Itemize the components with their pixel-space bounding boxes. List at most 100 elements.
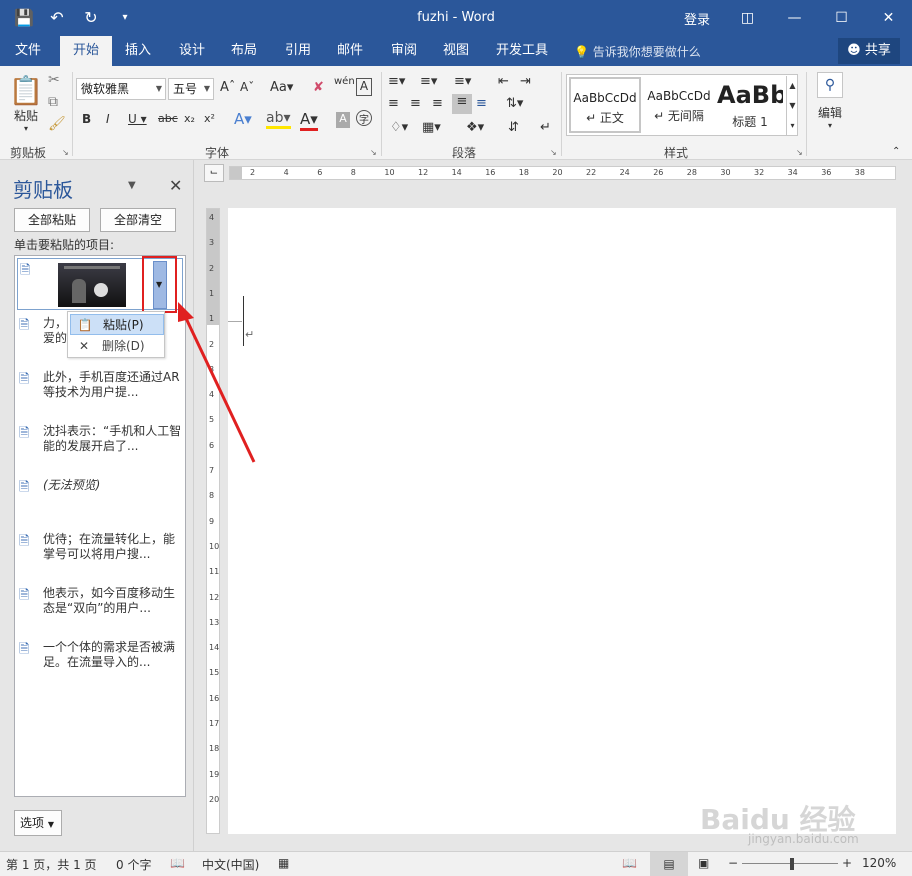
maximize-icon[interactable]: ☐ — [818, 0, 865, 36]
minimize-icon[interactable]: — — [771, 0, 818, 36]
decrease-indent-icon[interactable]: ⇤ — [498, 74, 509, 89]
phonetic-guide-icon[interactable]: wén — [334, 76, 355, 87]
horizontal-ruler[interactable]: 2 4 6 8 10 12 14 16 18 20 22 24 26 28 30 32 34 36 38 — [229, 166, 896, 180]
pane-options-icon[interactable]: ▼ — [128, 180, 136, 191]
tab-references[interactable]: 引用 — [276, 36, 320, 66]
align-center-icon[interactable]: ≡ — [410, 96, 421, 111]
clipboard-launcher-icon[interactable]: ↘ — [62, 148, 69, 157]
ruler-tick-label: 4 — [283, 168, 289, 177]
paragraph-launcher-icon[interactable]: ↘ — [550, 148, 557, 157]
subscript-icon[interactable]: x₂ — [184, 112, 195, 125]
increase-indent-icon[interactable]: ⇥ — [520, 74, 531, 89]
underline-icon[interactable]: U ▾ — [128, 112, 147, 126]
tab-home[interactable]: 开始 — [60, 36, 112, 66]
align-right-icon[interactable]: ≡ — [432, 96, 443, 111]
style-normal[interactable]: AaBbCcDd ↵ 正文 — [569, 77, 641, 133]
superscript-icon[interactable]: x² — [204, 112, 215, 125]
zoom-level[interactable]: 120% — [862, 856, 896, 870]
line-spacing-icon[interactable]: ⇅▾ — [506, 96, 523, 111]
clear-formatting-icon[interactable]: ✘ — [313, 80, 324, 95]
zoom-out-icon[interactable]: − — [728, 856, 738, 870]
bullets-icon[interactable]: ≡▾ — [388, 74, 405, 89]
tab-design[interactable]: 设计 — [170, 36, 214, 66]
paste-button[interactable]: 📋 粘贴 ▾ — [8, 74, 44, 134]
styles-scroll-icon[interactable]: ▲ ▼ ▾ — [786, 76, 798, 136]
print-layout-icon[interactable]: ▤ — [650, 852, 688, 876]
multilevel-list-icon[interactable]: ≡▾ — [454, 74, 471, 89]
font-launcher-icon[interactable]: ↘ — [370, 148, 377, 157]
ruler-tick-label: 15 — [209, 668, 220, 678]
menu-item-paste[interactable]: 📋 粘贴(P) — [70, 314, 164, 335]
share-button[interactable]: ☻ 共享 — [838, 38, 900, 64]
tab-view[interactable]: 视图 — [434, 36, 478, 66]
paste-all-button[interactable]: 全部粘贴 — [14, 208, 90, 232]
shrink-font-icon[interactable]: Aˇ — [240, 80, 254, 94]
text-effects-icon[interactable]: A▾ — [234, 110, 252, 128]
ruler-tick-label: 8 — [209, 491, 215, 501]
enclose-character-icon[interactable]: 字 — [356, 110, 372, 126]
font-size-combo[interactable]: 五号 ▼ — [168, 78, 214, 100]
tab-mailings[interactable]: 邮件 — [328, 36, 372, 66]
vertical-ruler[interactable]: 4 3 2 1 1 2 3 4 5 6 7 8 9 10 11 12 13 14 15 16 17 18 19 20 — [206, 208, 220, 834]
styles-launcher-icon[interactable]: ↘ — [796, 148, 803, 157]
tab-file[interactable]: 文件 — [6, 36, 50, 66]
ruler-tick-label: 6 — [317, 168, 323, 177]
ruler-tick-label: 5 — [209, 415, 215, 425]
style-no-spacing[interactable]: AaBbCcDd ↵ 无间隔 — [643, 77, 715, 133]
shading-icon[interactable]: ♢▾ — [390, 120, 408, 135]
zoom-in-icon[interactable]: + — [842, 856, 852, 870]
margin-corner-mark — [228, 321, 242, 322]
align-left-icon[interactable]: ≡ — [388, 96, 399, 111]
proofing-icon[interactable]: 📖 — [170, 856, 185, 870]
tab-insert[interactable]: 插入 — [116, 36, 160, 66]
sort-icon[interactable]: ⇵ — [508, 120, 519, 135]
tab-review[interactable]: 审阅 — [382, 36, 426, 66]
editing-button[interactable]: ⚲ 编辑 ▾ — [812, 72, 848, 136]
ruler-tick-label: 4 — [209, 390, 215, 400]
document-page[interactable] — [228, 208, 896, 834]
grow-font-icon[interactable]: Aˆ — [220, 80, 235, 95]
character-border-icon[interactable]: A — [356, 78, 372, 96]
copy-icon[interactable]: ⧉ — [48, 94, 58, 110]
character-shading-icon[interactable]: A — [336, 112, 350, 128]
collapse-ribbon-icon[interactable]: ⌃ — [892, 146, 900, 157]
clear-all-button[interactable]: 全部清空 — [100, 208, 176, 232]
page-count[interactable]: 第 1 页，共 1 页 — [6, 856, 97, 873]
tab-developer[interactable]: 开发工具 — [490, 36, 554, 66]
bold-icon[interactable]: B — [82, 112, 91, 126]
numbering-icon[interactable]: ≡▾ — [420, 74, 437, 89]
tab-layout[interactable]: 布局 — [222, 36, 266, 66]
asian-layout-icon[interactable]: ❖▾ — [466, 120, 484, 135]
zoom-slider-thumb[interactable] — [790, 858, 794, 870]
close-icon[interactable]: ✕ — [169, 176, 182, 195]
borders-icon[interactable]: ▦▾ — [422, 120, 441, 135]
ruler-tick-label: 19 — [209, 769, 220, 779]
font-color-icon[interactable]: A▾ — [300, 110, 318, 131]
read-mode-icon[interactable]: 📖 — [622, 856, 637, 870]
ribbon-display-icon[interactable]: ◫ — [724, 0, 771, 36]
justify-icon[interactable]: ≡ — [452, 94, 472, 114]
highlight-icon[interactable]: ab▾ — [266, 110, 291, 129]
show-marks-icon[interactable]: ↵ — [540, 120, 551, 135]
image-thumbnail — [58, 263, 126, 307]
options-button[interactable]: 选项 ▼ — [14, 810, 62, 836]
format-painter-icon[interactable]: 🖌 — [48, 116, 66, 132]
paste-label: 粘贴 — [13, 109, 38, 123]
strikethrough-icon[interactable]: abc — [158, 112, 178, 125]
tell-me-search[interactable]: 💡 告诉我你想要做什么 — [574, 43, 701, 60]
macro-recording-icon[interactable]: ▦ — [278, 856, 289, 870]
word-count[interactable]: 0 个字 — [116, 856, 151, 873]
change-case-icon[interactable]: Aa▾ — [270, 80, 293, 95]
distributed-icon[interactable]: ≡ — [476, 96, 487, 111]
language-indicator[interactable]: 中文(中国) — [202, 856, 259, 873]
cut-icon[interactable]: ✂ — [48, 72, 60, 88]
login-link[interactable]: 登录 — [684, 9, 710, 28]
style-name: ↵ 无间隔 — [654, 109, 704, 123]
close-icon[interactable]: ✕ — [865, 0, 912, 36]
style-heading-1[interactable]: AaBb 标题 1 — [717, 77, 783, 133]
italic-icon[interactable]: I — [106, 112, 110, 126]
web-layout-icon[interactable]: ▣ — [698, 856, 709, 870]
font-name-combo[interactable]: 微软雅黑 ▼ — [76, 78, 166, 100]
menu-item-delete[interactable]: ✕ 删除(D) — [70, 336, 164, 357]
tab-selector[interactable]: ⌙ — [204, 164, 224, 182]
